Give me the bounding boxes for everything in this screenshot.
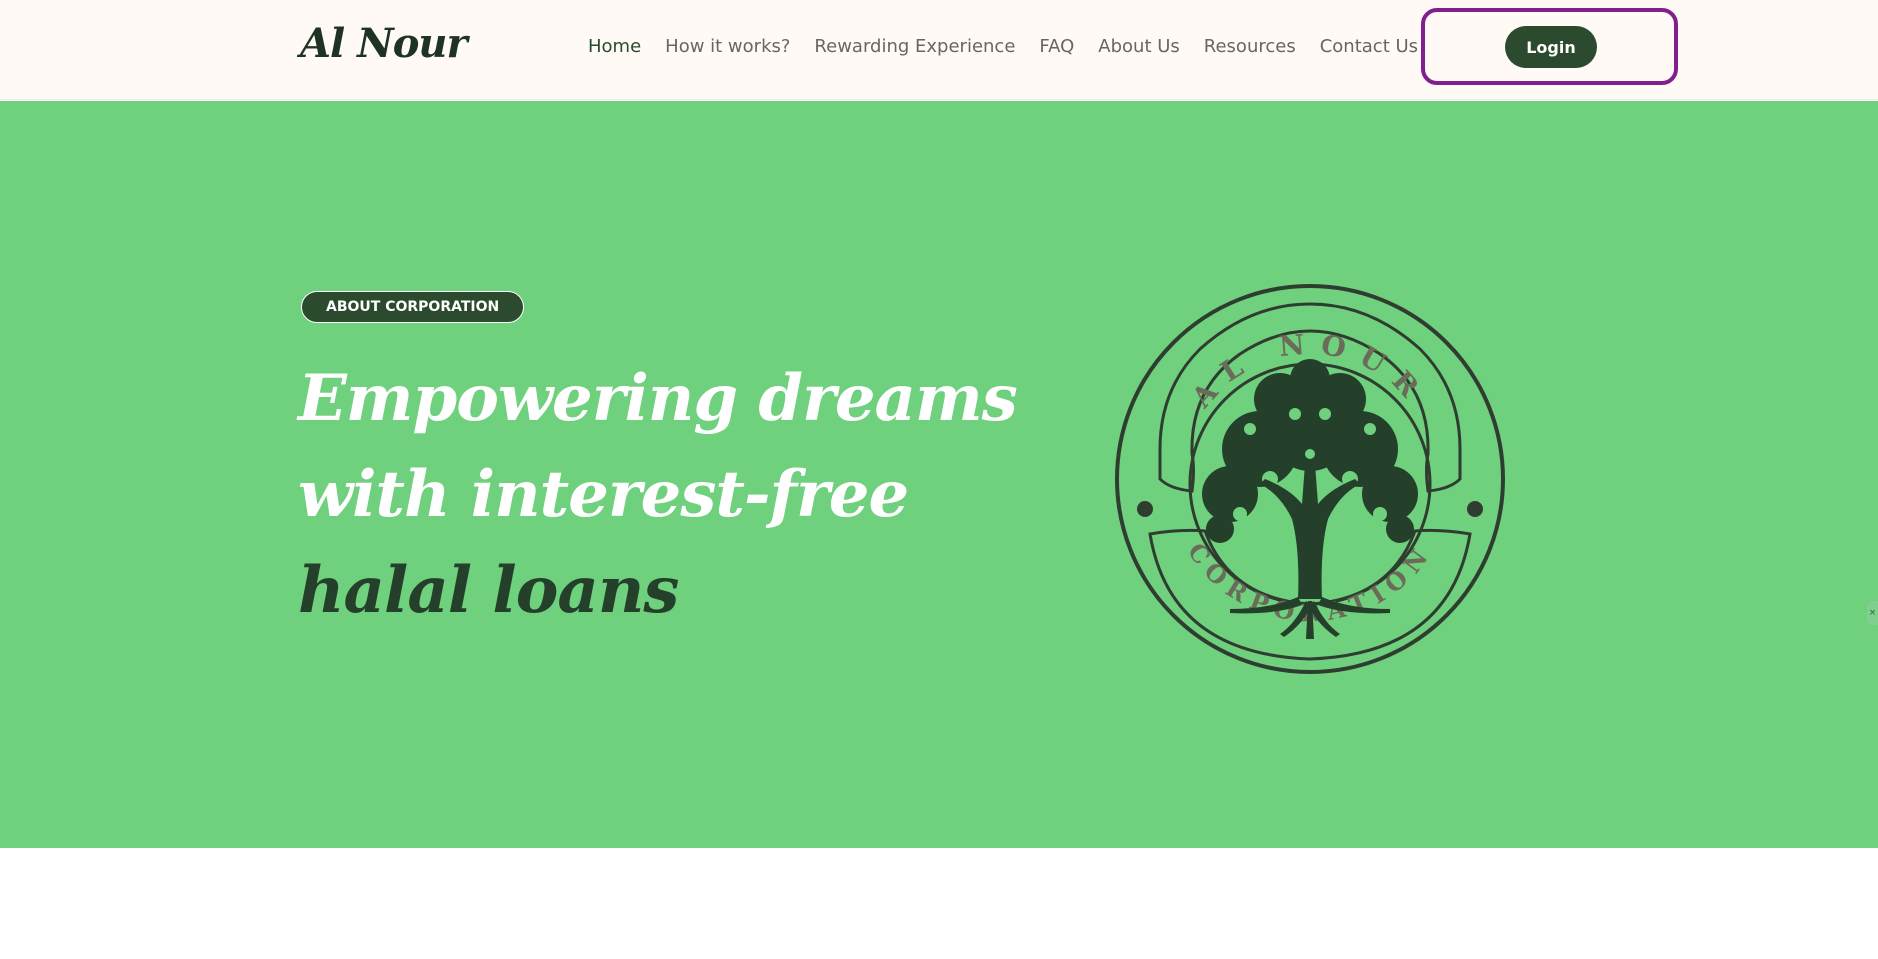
site-header: Al Nour Home How it works? Rewarding Exp… xyxy=(0,0,1878,100)
nav-resources[interactable]: Resources xyxy=(1204,36,1296,57)
nav-contact-us[interactable]: Contact Us xyxy=(1320,36,1418,57)
side-tab-close-icon[interactable]: × xyxy=(1867,601,1878,625)
nav-about-us[interactable]: About Us xyxy=(1098,36,1180,57)
main-nav: Home How it works? Rewarding Experience … xyxy=(588,36,1418,57)
lower-section xyxy=(0,848,1878,959)
nav-home[interactable]: Home xyxy=(588,36,641,57)
hero-title-main: Empowering dreams with interest-free xyxy=(298,361,1018,532)
hero-title-highlight: halal loans xyxy=(298,553,679,628)
nav-how-it-works[interactable]: How it works? xyxy=(665,36,790,57)
emblem-right-dot xyxy=(1467,501,1483,517)
about-corporation-badge: ABOUT CORPORATION xyxy=(301,291,525,323)
hero-title: Empowering dreams with interest-free hal… xyxy=(298,351,1058,639)
emblem-left-dot xyxy=(1137,501,1153,517)
site-logo[interactable]: Al Nour xyxy=(300,20,468,67)
al-nour-emblem: AL NOUR CORPORATION xyxy=(1115,284,1505,674)
login-button[interactable]: Login xyxy=(1505,26,1597,68)
nav-rewarding-experience[interactable]: Rewarding Experience xyxy=(814,36,1015,57)
hero-section: ABOUT CORPORATION Empowering dreams with… xyxy=(0,101,1878,848)
nav-faq[interactable]: FAQ xyxy=(1039,36,1074,57)
